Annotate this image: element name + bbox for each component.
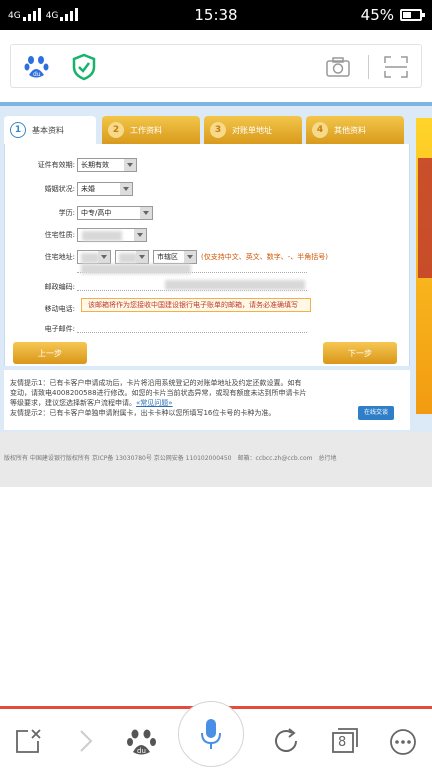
tab-statement-address[interactable]: 3 对账单地址	[204, 116, 302, 144]
redacted-address	[81, 264, 191, 274]
tab-work-info[interactable]: 2 工作资料	[102, 116, 200, 144]
redacted-value	[119, 253, 137, 263]
id-validity-select[interactable]: 长期有效	[77, 158, 137, 172]
address-label: 住宅地址:	[44, 253, 75, 261]
baidu-paw-icon[interactable]: du	[23, 53, 51, 81]
online-chat-button[interactable]: 在线交谈	[357, 406, 394, 420]
banner-graphic	[418, 158, 432, 278]
marital-status-label: 婚姻状况:	[44, 185, 75, 193]
battery-fill	[403, 12, 412, 18]
tabs-button[interactable]: 8	[330, 727, 360, 755]
email-label: 电子邮件:	[44, 325, 75, 333]
tab-label: 基本资料	[32, 125, 64, 135]
tab-basic-info[interactable]: 1 基本资料	[4, 116, 96, 144]
postcode-label: 邮政编码:	[44, 283, 75, 291]
faq-link[interactable]: «常见问题»	[136, 399, 173, 407]
form-steps: 1 基本资料 2 工作资料 3 对账单地址 4 其他资料	[4, 116, 414, 144]
more-menu-icon[interactable]	[388, 727, 418, 757]
address-hint: (仅支持中文、英文、数字、-、半角括号)	[201, 253, 328, 261]
footer-tail: 总行地	[318, 454, 337, 462]
selected-value: 中专/高中	[81, 209, 112, 217]
email-input[interactable]	[77, 332, 307, 333]
residence-type-label: 住宅性质:	[44, 231, 75, 239]
step-number: 1	[10, 122, 26, 138]
scan-icon[interactable]	[383, 55, 409, 79]
tip-1-line-a: 友情提示1：已有卡客户申请成功后，卡片将沿用系统登记的对账单地址及约定还款设置。…	[10, 379, 302, 387]
address-province-select[interactable]	[77, 250, 111, 264]
education-select[interactable]: 中专/高中	[77, 206, 153, 220]
close-page-icon[interactable]	[14, 727, 44, 755]
step-number: 4	[312, 122, 328, 138]
step-number: 3	[210, 122, 226, 138]
application-form-frame: 1 基本资料 2 工作资料 3 对账单地址 4 其他资料 证件有效期: 长期有效	[0, 102, 432, 432]
status-bar: 4G 4G 15:38 45%	[0, 0, 432, 30]
browser-bottom-bar: du 8	[0, 701, 432, 768]
redacted-value	[81, 253, 99, 263]
chevron-down-icon	[120, 183, 132, 195]
chevron-down-icon	[140, 207, 152, 219]
svg-text:du: du	[33, 71, 41, 78]
baidu-home-icon[interactable]: du	[126, 727, 158, 757]
chevron-down-icon	[98, 251, 110, 263]
address-city-select[interactable]	[115, 250, 149, 264]
toolbar-divider	[368, 55, 369, 79]
tab-count: 8	[338, 735, 347, 750]
tip-1-text: 等级要求，建议您选择新客户流程申请。	[10, 399, 136, 407]
camera-icon[interactable]	[325, 55, 351, 79]
redacted-value	[82, 231, 122, 241]
page-footer: 版权所有 中国建设银行版权所有 京ICP备 13030780号 京公网安备 11…	[0, 442, 432, 472]
tab-label: 其他资料	[334, 125, 366, 135]
battery-percent: 45%	[360, 6, 394, 24]
tab-label: 对账单地址	[232, 125, 272, 135]
address-district-select[interactable]: 市辖区	[153, 250, 197, 264]
tab-label: 工作资料	[130, 125, 162, 135]
refresh-icon[interactable]	[272, 727, 302, 755]
browser-toolbar: du	[0, 30, 432, 102]
voice-search-button[interactable]	[178, 701, 244, 767]
friendly-tips: 友情提示1：已有卡客户申请成功后，卡片将沿用系统登记的对账单地址及约定还款设置。…	[4, 370, 410, 430]
web-page: 1 基本资料 2 工作资料 3 对账单地址 4 其他资料 证件有效期: 长期有效	[0, 102, 432, 487]
tab-other-info[interactable]: 4 其他资料	[306, 116, 404, 144]
contact-email[interactable]: 邮箱：ccbcc.zh@ccb.com	[237, 453, 312, 462]
selected-value: 市辖区	[157, 253, 178, 261]
id-validity-label: 证件有效期:	[37, 161, 75, 169]
basic-info-form: 证件有效期: 长期有效 婚姻状况: 未婚 学历: 中专/高中 住宅性质: 住宅地…	[4, 144, 410, 366]
chevron-down-icon	[136, 251, 148, 263]
battery-icon	[400, 9, 425, 21]
chevron-down-icon	[124, 159, 136, 171]
copyright-text: 版权所有 中国建设银行版权所有 京ICP备 13030780号 京公网安备 11…	[4, 454, 232, 462]
shield-check-icon[interactable]	[71, 53, 97, 81]
email-notice: 该邮箱将作为您接收中国建设银行电子账单的邮箱，请务必准确填写	[81, 298, 311, 312]
microphone-icon	[201, 719, 221, 749]
forward-arrow-icon[interactable]	[76, 727, 96, 755]
chevron-down-icon	[184, 251, 196, 263]
selected-value: 未婚	[81, 185, 95, 193]
side-banner[interactable]	[416, 118, 432, 414]
education-label: 学历:	[58, 209, 75, 217]
next-step-button[interactable]: 下一步	[323, 342, 397, 364]
battery-status: 45%	[360, 6, 425, 24]
svg-text:du: du	[137, 747, 146, 755]
residence-type-select[interactable]	[77, 228, 147, 242]
step-number: 2	[108, 122, 124, 138]
prev-step-button[interactable]: 上一步	[13, 342, 87, 364]
tip-1-line-b: 变动，请致电4008200588进行修改。如您的卡片当前状态异常，或现有额度未达…	[10, 389, 307, 397]
postcode-input[interactable]	[77, 290, 307, 291]
tip-1-line-c: 等级要求，建议您选择新客户流程申请。«常见问题»	[10, 398, 404, 408]
chevron-down-icon	[134, 229, 146, 241]
selected-value: 长期有效	[81, 161, 109, 169]
address-bar[interactable]: du	[10, 44, 422, 88]
redacted-postcode	[165, 280, 305, 290]
marital-status-select[interactable]: 未婚	[77, 182, 133, 196]
tip-2: 友情提示2：已有卡客户单独申请附属卡，出卡卡种以您所填写16位卡号的卡种为准。	[10, 409, 276, 417]
mobile-label: 移动电话:	[44, 305, 75, 313]
